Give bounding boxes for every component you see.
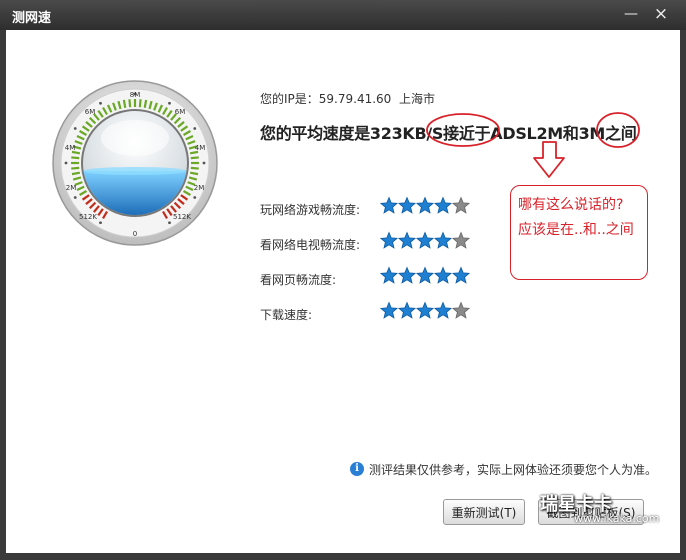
retest-button[interactable]: 重新测试(T) xyxy=(443,499,525,525)
star-filled-icon xyxy=(433,231,453,249)
gauge-label-top: 8M xyxy=(130,91,141,99)
gauge-tick xyxy=(138,99,142,108)
star-empty-icon xyxy=(451,231,471,249)
gauge-tick xyxy=(143,99,148,109)
speed-headline: 您的平均速度是323KB/S接近于ADSL2M和3M之间 xyxy=(260,124,637,143)
gauge-tick xyxy=(189,150,199,155)
info-icon: i xyxy=(350,462,364,476)
ip-address: 您的IP是：59.79.41.60 xyxy=(260,92,392,106)
title-bar[interactable]: 测网速 — × xyxy=(0,0,686,30)
rating-label-web: 看网页畅流度: xyxy=(260,273,337,287)
gauge-tick xyxy=(189,171,199,176)
gauge-tick xyxy=(71,150,81,155)
gauge-label-right-bottom: 512K xyxy=(173,213,191,221)
star-filled-icon xyxy=(397,196,417,214)
speed-gauge: 8M 6M 6M 4M 4M 2M 2M 512K 512K 0 xyxy=(52,80,218,246)
gauge-dot xyxy=(193,127,197,130)
rating-stars-download xyxy=(379,301,472,325)
gauge-water-surface xyxy=(83,167,187,175)
annotation-line-1: 哪有这么说话的? xyxy=(518,197,624,213)
star-filled-icon xyxy=(379,266,399,284)
gauge-dot xyxy=(168,221,171,225)
close-button[interactable]: × xyxy=(650,4,672,24)
content-area: 8M 6M 6M 4M 4M 2M 2M 512K 512K 0 您的IP是：5… xyxy=(6,30,680,553)
gauge-dot xyxy=(99,101,102,105)
gauge-label-left-low: 2M xyxy=(66,184,77,192)
gauge-highlight xyxy=(101,120,169,156)
star-filled-icon xyxy=(415,196,435,214)
star-filled-icon xyxy=(379,301,399,319)
window-title: 测网速 xyxy=(12,11,52,26)
star-filled-icon xyxy=(433,301,453,319)
gauge-label-left-upper: 6M xyxy=(85,108,96,116)
rating-stars-web xyxy=(379,266,472,290)
gauge-tick xyxy=(190,156,199,160)
gauge-label-left-bottom: 512K xyxy=(79,213,97,221)
rating-stars-game xyxy=(379,196,472,220)
disclaimer-note: 测评结果仅供参考，实际上网体验还须要您个人为准。 xyxy=(369,463,658,477)
star-filled-icon xyxy=(415,301,435,319)
gauge-label-right-mid: 4M xyxy=(195,144,206,152)
gauge-label-bottom: 0 xyxy=(133,230,137,238)
gauge-tick xyxy=(190,166,199,170)
star-filled-icon xyxy=(379,231,399,249)
gauge-tick xyxy=(71,166,80,170)
gauge-dot xyxy=(99,221,102,225)
gauge-label-right-low: 2M xyxy=(194,184,205,192)
gauge-dot xyxy=(64,161,68,165)
star-filled-icon xyxy=(397,266,417,284)
gauge-dot xyxy=(202,161,206,165)
gauge-tick xyxy=(128,99,132,108)
star-filled-icon xyxy=(415,231,435,249)
star-filled-icon xyxy=(433,266,453,284)
star-filled-icon xyxy=(379,196,399,214)
annotation-line-2: 应该是在..和..之间 xyxy=(518,222,634,238)
gauge-tick xyxy=(71,156,80,160)
star-filled-icon xyxy=(397,301,417,319)
gauge-tick xyxy=(122,99,127,109)
star-empty-icon xyxy=(451,196,471,214)
gauge-label-left-mid: 4M xyxy=(65,144,76,152)
gauge-tick xyxy=(71,171,81,176)
star-filled-icon xyxy=(397,231,417,249)
watermark-url: www.ikaka.com xyxy=(574,512,660,525)
rating-label-download: 下载速度: xyxy=(260,308,313,322)
ip-city: 上海市 xyxy=(399,92,436,106)
rating-label-tv: 看网络电视畅流度: xyxy=(260,238,361,252)
annotation-arrow xyxy=(533,141,565,178)
rating-stars-tv xyxy=(379,231,472,255)
gauge-label-right-upper: 6M xyxy=(175,108,186,116)
speed-test-window: 测网速 — × 8M 6M 6M 4M 4M 2M 2M 512K 512K 0… xyxy=(0,0,686,560)
gauge-dot xyxy=(73,196,77,199)
star-filled-icon xyxy=(451,266,471,284)
star-filled-icon xyxy=(433,196,453,214)
gauge-dot xyxy=(168,101,171,105)
gauge-dot xyxy=(193,196,197,199)
star-empty-icon xyxy=(451,301,471,319)
minimize-button[interactable]: — xyxy=(620,4,642,24)
gauge-dot xyxy=(73,127,77,130)
rating-label-game: 玩网络游戏畅流度: xyxy=(260,203,361,217)
star-filled-icon xyxy=(415,266,435,284)
